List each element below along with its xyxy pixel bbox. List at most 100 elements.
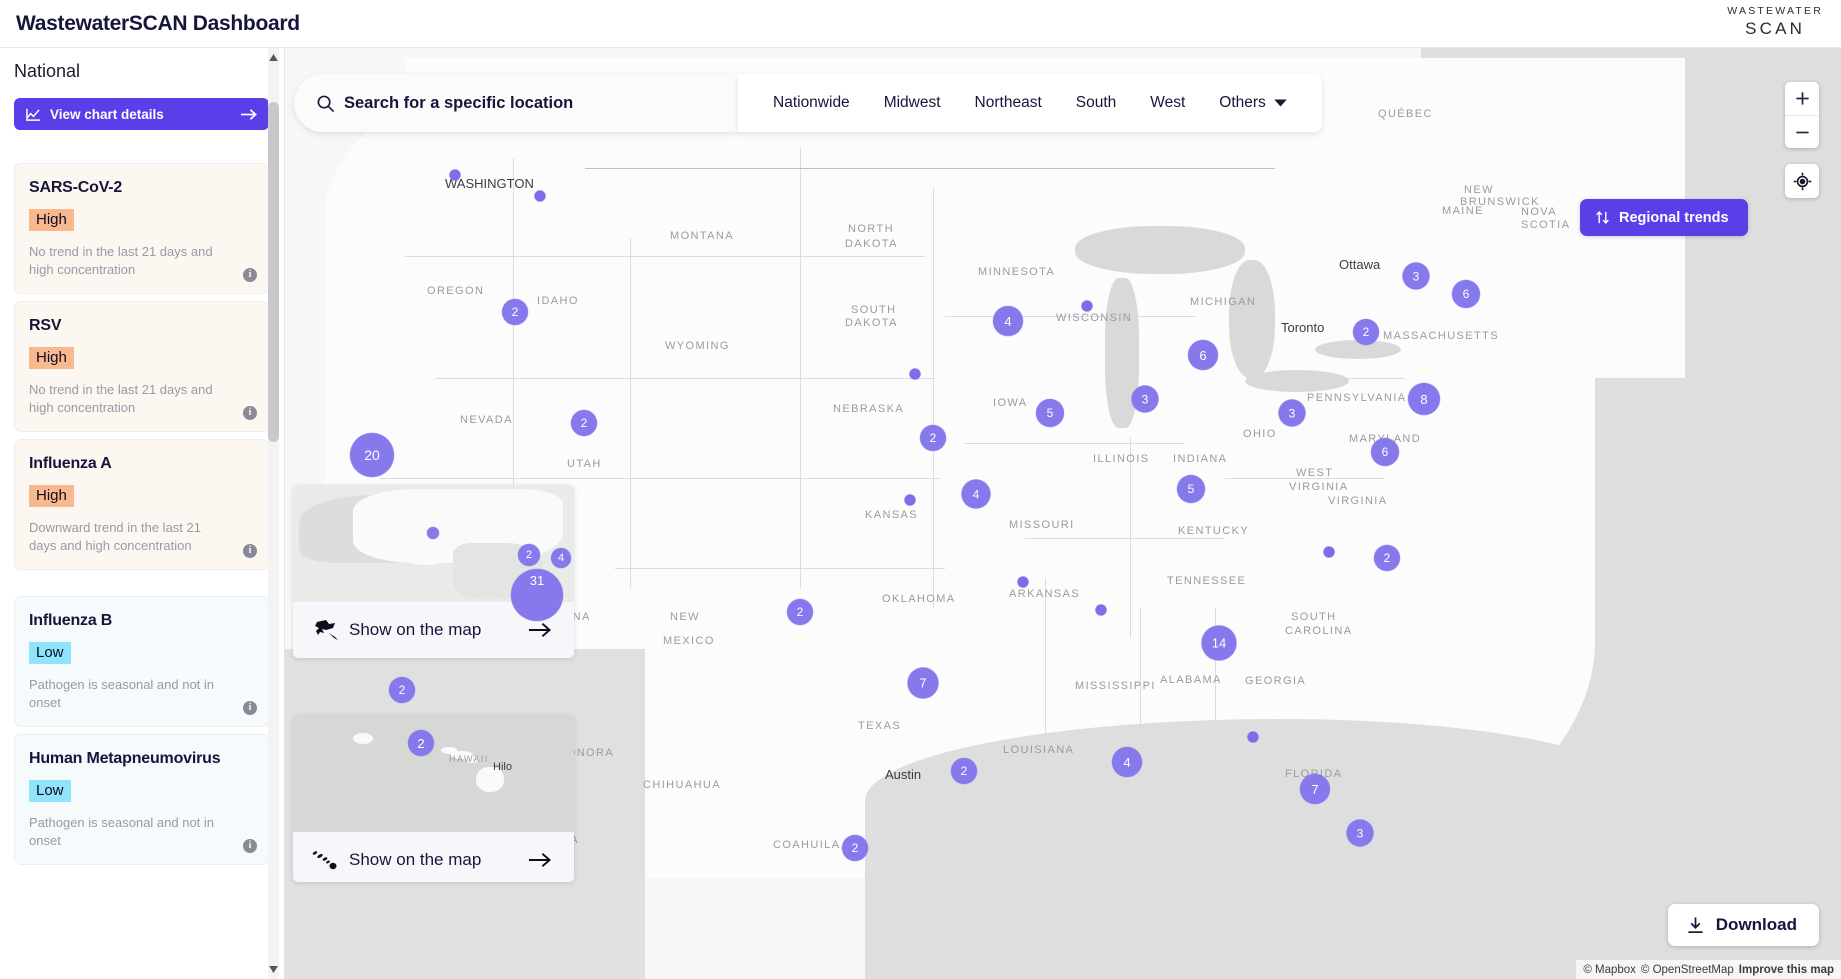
locate-me-button[interactable] <box>1785 164 1819 198</box>
regional-trends-button[interactable]: Regional trends <box>1580 199 1748 236</box>
chart-icon <box>26 107 41 122</box>
status-badge: High <box>29 484 74 507</box>
tab-nationwide[interactable]: Nationwide <box>756 94 867 112</box>
info-icon[interactable]: i <box>243 700 257 715</box>
state-border <box>405 256 925 257</box>
hawaii-show-on-map-button[interactable]: Show on the map <box>293 832 574 882</box>
map-marker[interactable]: 3 <box>1402 262 1430 290</box>
map-marker[interactable] <box>534 190 546 202</box>
status-badge: Low <box>29 779 71 802</box>
map-marker[interactable]: 2 <box>951 758 977 784</box>
pathogen-card-influenza-a[interactable]: Influenza A High Downward trend in the l… <box>14 439 269 570</box>
map-marker[interactable] <box>1017 576 1029 588</box>
map-marker[interactable]: 2 <box>1353 319 1379 345</box>
map-marker[interactable] <box>1323 546 1335 558</box>
hawaii-mini-map[interactable]: 2 HAWAII Hilo <box>293 715 574 832</box>
page-title: WastewaterSCAN Dashboard <box>16 11 300 35</box>
map-marker[interactable]: 4 <box>1112 747 1142 777</box>
mapbox-attribution[interactable]: © Mapbox <box>1583 964 1636 976</box>
map-marker[interactable]: 2 <box>389 677 415 703</box>
pathogen-card-rsv[interactable]: RSV High No trend in the last 21 days an… <box>14 301 269 432</box>
map-marker[interactable] <box>1081 300 1093 312</box>
map-marker[interactable] <box>449 169 461 181</box>
tab-label: Others <box>1219 94 1266 111</box>
pathogen-card-human-metapneumovirus[interactable]: Human Metapneumovirus Low Pathogen is se… <box>14 734 269 865</box>
map-marker[interactable]: 5 <box>1036 399 1064 427</box>
pathogen-description: Pathogen is seasonal and not in onset <box>29 676 215 711</box>
state-border <box>1140 608 1141 758</box>
map-marker[interactable] <box>904 494 916 506</box>
info-icon[interactable]: i <box>243 267 257 282</box>
map-marker[interactable]: 14 <box>1201 625 1237 661</box>
tab-south[interactable]: South <box>1059 94 1134 112</box>
status-badge: Low <box>29 641 71 664</box>
map-marker[interactable]: 2 <box>518 544 540 566</box>
map-marker[interactable]: 20 <box>350 433 394 477</box>
ocean-gulf <box>865 719 1625 979</box>
map-marker[interactable]: 3 <box>1278 399 1306 427</box>
map-marker[interactable]: 4 <box>551 548 571 568</box>
map-marker[interactable]: 7 <box>907 667 939 699</box>
sidebar-scrollbar-thumb[interactable] <box>268 102 279 442</box>
inset-map-hawaii[interactable]: 2 HAWAII Hilo Show on the map <box>293 715 574 882</box>
map-marker[interactable]: 3 <box>1346 819 1374 847</box>
search-container[interactable] <box>294 74 738 132</box>
alaska-mini-map[interactable]: 2 4 31 <box>293 485 574 621</box>
map-marker[interactable]: 6 <box>1452 280 1480 308</box>
map-marker[interactable]: 2 <box>502 299 528 325</box>
map-marker[interactable] <box>1247 731 1259 743</box>
scroll-down-icon[interactable] <box>266 962 281 977</box>
arrow-right-icon <box>528 622 552 638</box>
inset-map-alaska[interactable]: 2 4 31 Show on the map <box>293 485 574 658</box>
search-input[interactable] <box>344 93 684 113</box>
map-canvas[interactable]: MONTANA NORTH DAKOTA MINNESOTA OREGON IDAHO SO… <box>285 48 1841 979</box>
tab-midwest[interactable]: Midwest <box>867 94 958 112</box>
tab-west[interactable]: West <box>1133 94 1202 112</box>
map-marker[interactable] <box>909 368 921 380</box>
map-marker[interactable]: 4 <box>961 479 991 509</box>
wastewaterscan-logo: WASTEWATER SCAN <box>1727 6 1823 37</box>
tab-others[interactable]: Others <box>1202 94 1304 112</box>
improve-map-link[interactable]: Improve this map <box>1739 964 1834 976</box>
map-marker[interactable]: 2 <box>920 425 946 451</box>
osm-attribution[interactable]: © OpenStreetMap <box>1641 964 1734 976</box>
pathogen-description: Downward trend in the last 21 days and h… <box>29 519 201 554</box>
pathogen-card-influenza-b[interactable]: Influenza B Low Pathogen is seasonal and… <box>14 596 269 727</box>
map-marker[interactable]: 3 <box>1131 385 1159 413</box>
logo-line-1: WASTEWATER <box>1727 5 1823 17</box>
map-marker[interactable]: 2 <box>1374 545 1400 571</box>
alaska-show-on-map-label: Show on the map <box>349 620 482 639</box>
pathogen-description: No trend in the last 21 days and high co… <box>29 381 213 416</box>
download-button[interactable]: Download <box>1667 904 1819 946</box>
app-header: WastewaterSCAN Dashboard WASTEWATER SCAN <box>0 0 1841 48</box>
view-chart-details-button[interactable]: View chart details <box>14 98 269 130</box>
tab-label: Northeast <box>974 94 1042 111</box>
scope-label: National <box>14 61 81 81</box>
info-icon[interactable]: i <box>243 405 257 420</box>
map-marker[interactable]: 2 <box>408 730 434 756</box>
region-tabs: Nationwide Midwest Northeast South West … <box>738 74 1322 132</box>
map-marker[interactable]: 2 <box>787 599 813 625</box>
map-marker[interactable]: 6 <box>1371 438 1399 466</box>
map-marker[interactable] <box>1095 604 1107 616</box>
map-marker[interactable] <box>427 527 439 539</box>
tab-label: Midwest <box>883 94 941 111</box>
map-marker[interactable]: 31 <box>511 569 563 621</box>
info-icon[interactable]: i <box>243 543 257 558</box>
zoom-out-button[interactable] <box>1785 115 1819 148</box>
map-marker[interactable]: 4 <box>993 306 1023 336</box>
map-marker[interactable]: 7 <box>1300 774 1330 804</box>
map-marker[interactable]: 6 <box>1188 340 1218 370</box>
scroll-up-icon[interactable] <box>266 50 281 65</box>
status-badge: High <box>29 346 74 369</box>
tab-northeast[interactable]: Northeast <box>958 94 1059 112</box>
map-marker[interactable]: 5 <box>1177 475 1205 503</box>
state-border <box>630 238 631 588</box>
pathogen-description: No trend in the last 21 days and high co… <box>29 243 213 278</box>
map-marker[interactable]: 2 <box>571 410 597 436</box>
info-icon[interactable]: i <box>243 838 257 853</box>
zoom-in-button[interactable] <box>1785 82 1819 115</box>
pathogen-card-sars-cov-2[interactable]: SARS-CoV-2 High No trend in the last 21 … <box>14 163 269 294</box>
map-marker[interactable]: 8 <box>1408 383 1440 415</box>
map-marker[interactable]: 2 <box>842 835 868 861</box>
